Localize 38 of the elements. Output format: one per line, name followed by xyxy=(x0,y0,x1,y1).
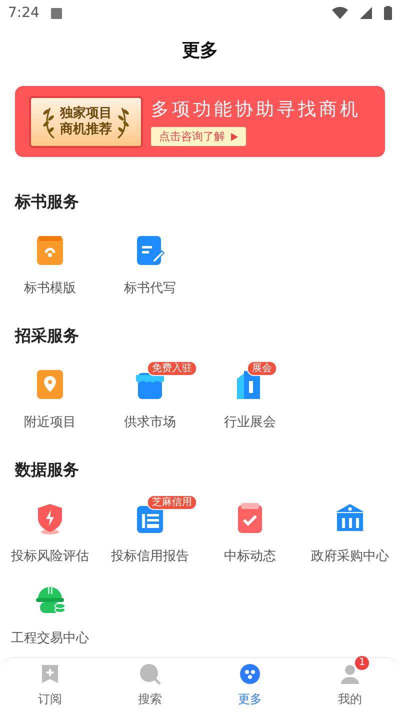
section-title: 招采服务 xyxy=(14,324,80,346)
tab-label: 更多 xyxy=(238,690,262,708)
service-item[interactable]: 政府采购中心 xyxy=(311,547,389,565)
tag-label: 芝麻信用 xyxy=(147,495,197,510)
service-item[interactable]: 附近项目 xyxy=(24,413,76,431)
service-item[interactable]: 供求市场 xyxy=(124,413,176,431)
status-time: 7:24 xyxy=(8,5,40,21)
service-item[interactable]: 工程交易中心 xyxy=(11,629,89,647)
tab-label: 订阅 xyxy=(38,690,62,708)
tab[interactable]: 1 我的 xyxy=(300,658,400,712)
section-title: 标书服务 xyxy=(14,190,80,212)
service-item[interactable]: 标书模版 xyxy=(24,279,76,297)
tag-label: 免费入驻 xyxy=(147,361,197,376)
tab-label: 搜索 xyxy=(138,690,162,708)
service-item[interactable]: 投标风险评估 xyxy=(11,547,89,565)
wifi-icon xyxy=(332,7,348,19)
signal-icon xyxy=(360,7,372,19)
battery-icon xyxy=(384,6,392,20)
service-item[interactable]: 投标信用报告 xyxy=(111,547,189,565)
banner-headline: 多项功能协助寻找商机 xyxy=(151,98,361,121)
tab-label: 我的 xyxy=(338,690,362,708)
tab[interactable]: 更多 xyxy=(200,658,300,712)
section-title: 数据服务 xyxy=(14,458,80,480)
service-item[interactable]: 行业展会 xyxy=(224,413,276,431)
badge-text: 独家项目 xyxy=(60,106,112,122)
search-icon xyxy=(139,662,161,684)
promo-banner[interactable]: 独家项目 商机推荐 多项功能协助寻找商机 点击咨询了解 xyxy=(15,86,385,157)
service-item[interactable]: 中标动态 xyxy=(224,547,276,565)
tab[interactable]: 搜索 xyxy=(100,658,200,712)
bookmark-plus-icon xyxy=(39,662,61,684)
person-icon xyxy=(339,662,361,684)
service-item[interactable]: 标书代写 xyxy=(124,279,176,297)
tag-label: 展会 xyxy=(247,361,277,376)
tab[interactable]: 订阅 xyxy=(0,658,100,712)
play-icon xyxy=(231,132,238,140)
badge-text: 商机推荐 xyxy=(60,122,112,138)
page-title: 更多 xyxy=(181,39,219,63)
count-badge: 1 xyxy=(355,656,369,670)
